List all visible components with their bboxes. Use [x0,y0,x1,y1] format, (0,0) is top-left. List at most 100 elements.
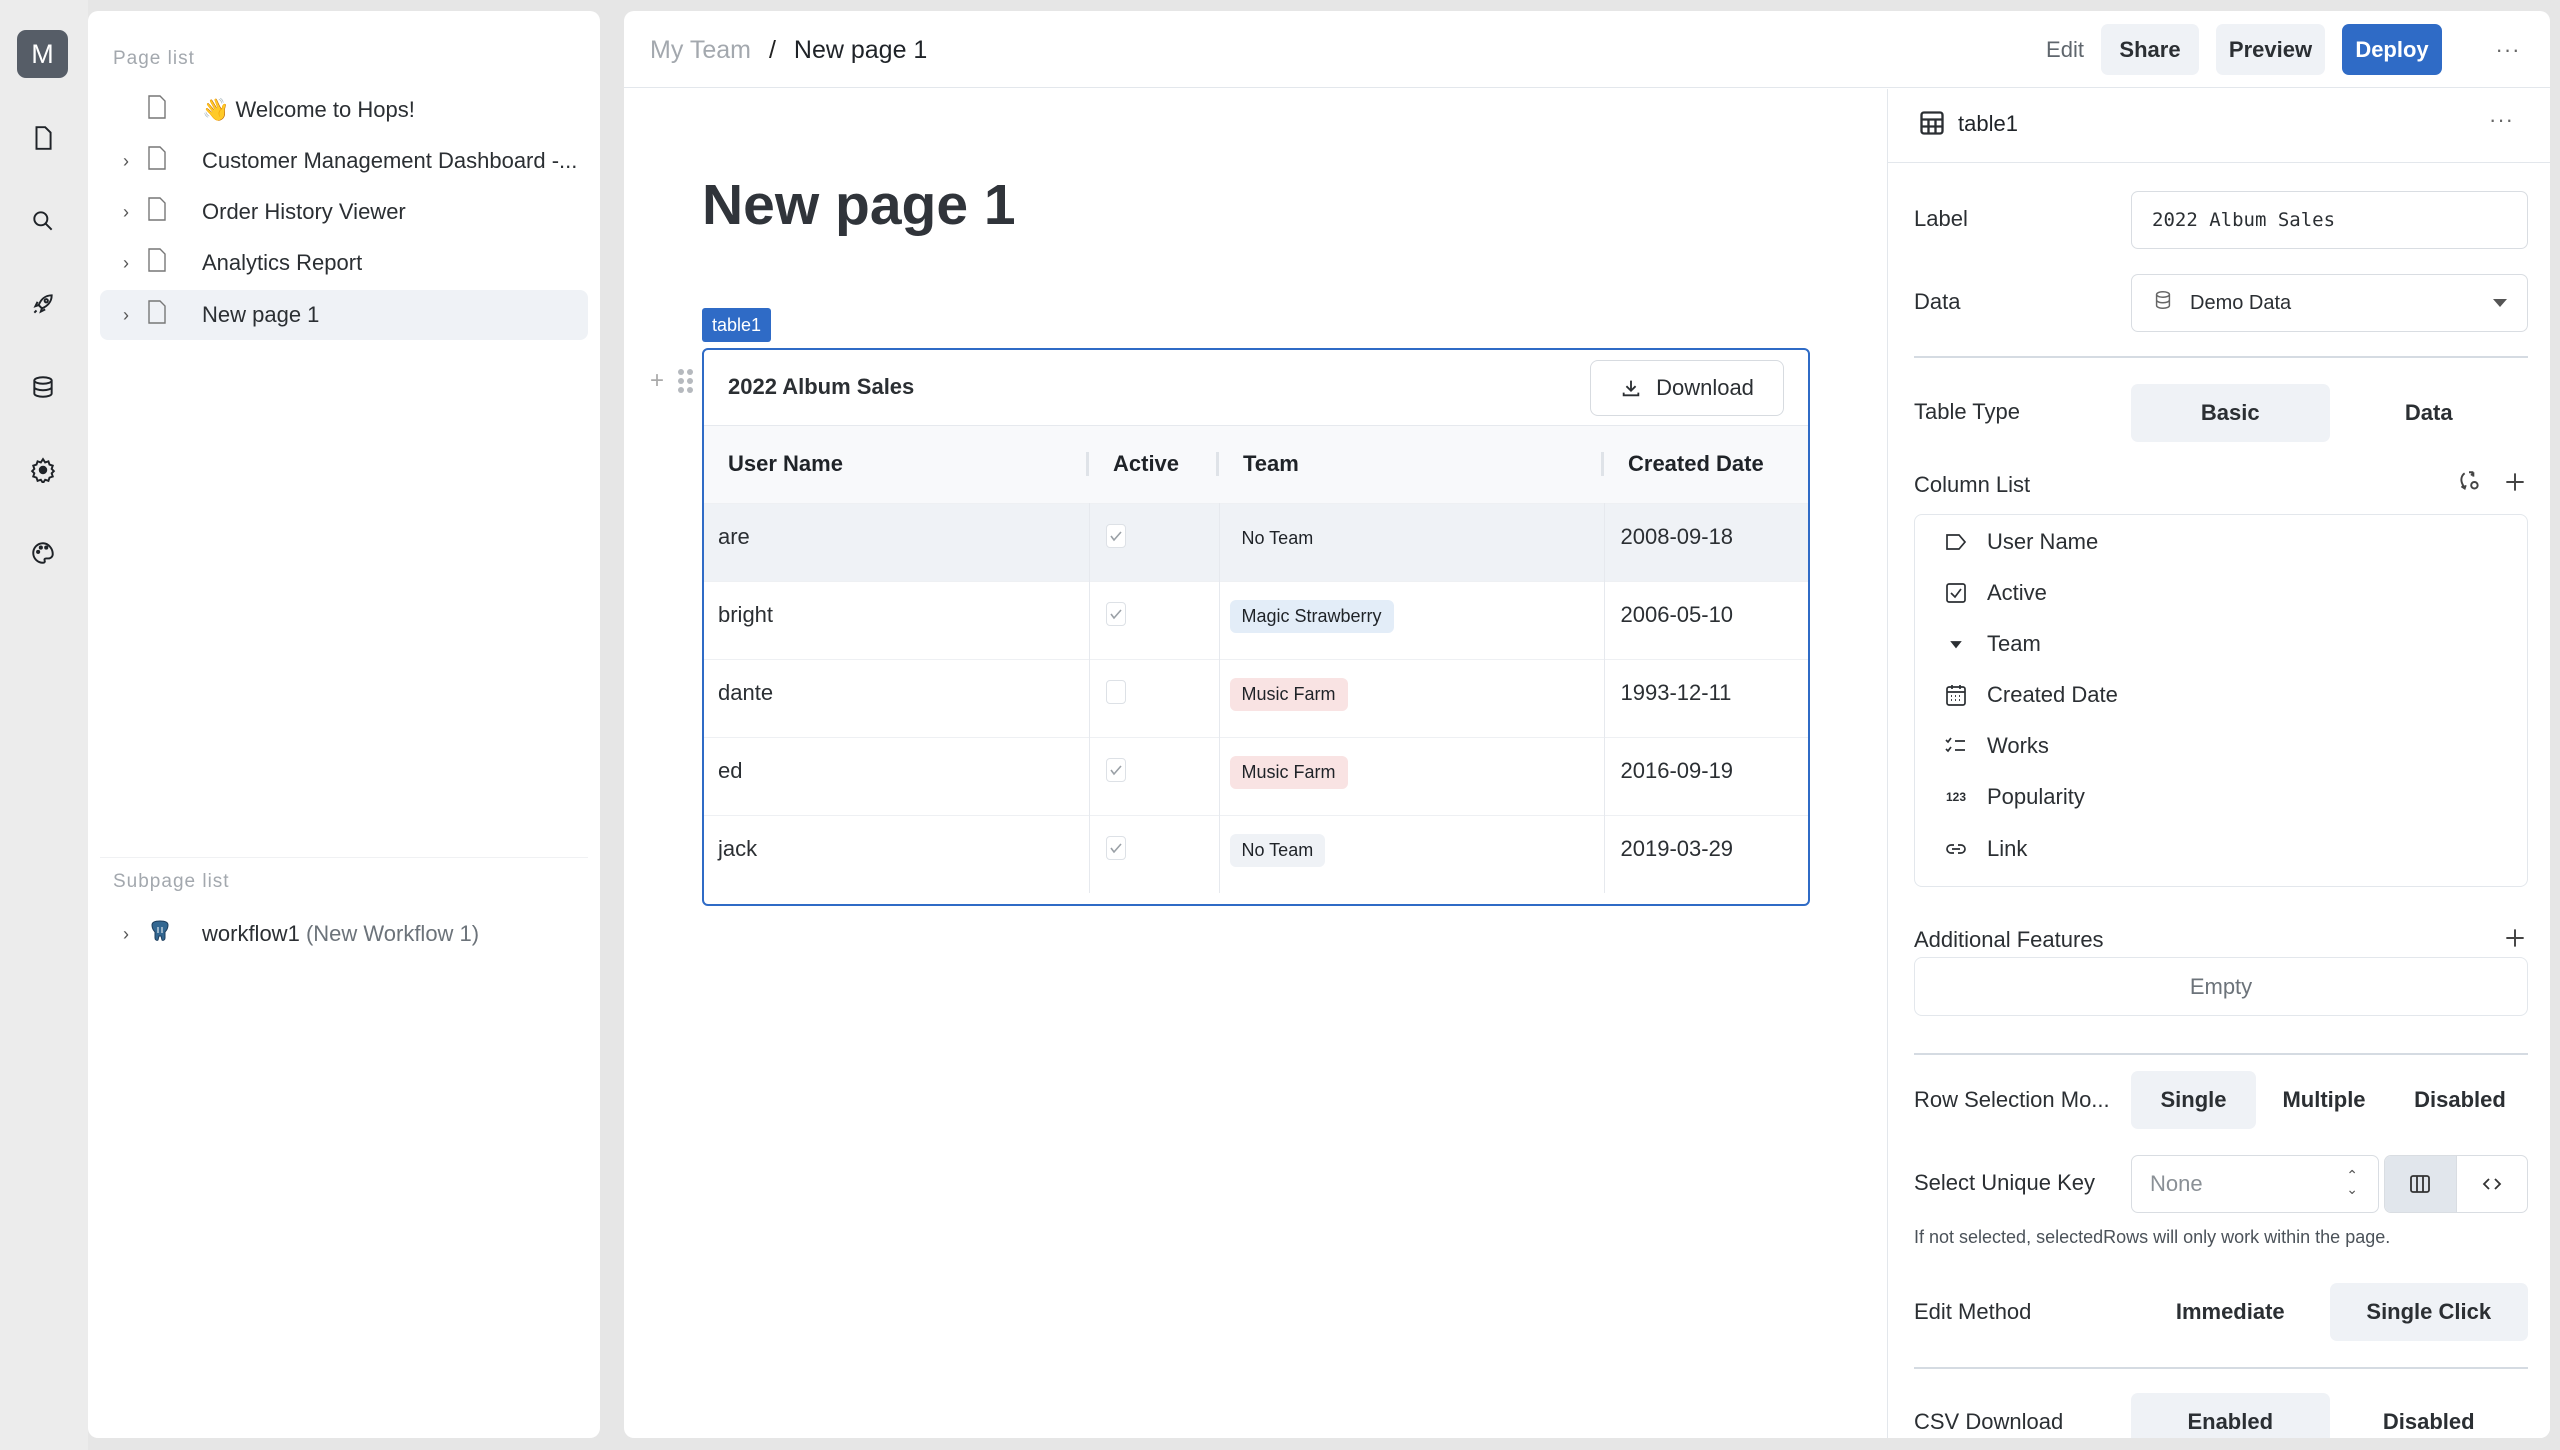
table-row[interactable]: dante Music Farm 1993-12-11 [704,658,1808,737]
edit-method-immediate[interactable]: Immediate [2131,1283,2330,1341]
cell-team[interactable]: Music Farm [1219,736,1605,815]
chevron-right-icon[interactable]: › [112,253,140,274]
column-header-user-name[interactable]: User Name [704,426,1089,503]
table-component[interactable]: 2022 Album Sales Download User Name Acti… [702,348,1810,906]
page-item-new-page-1[interactable]: › New page 1 [100,290,588,340]
add-feature-icon[interactable] [2502,925,2528,951]
cell-user-name[interactable]: dante [704,658,1090,737]
page-title[interactable]: New page 1 [702,172,1016,238]
share-button[interactable]: Share [2101,24,2199,75]
column-header-team[interactable]: Team [1219,426,1604,503]
columns-mode-button[interactable] [2385,1156,2457,1212]
data-source-select[interactable]: Demo Data [2131,274,2528,332]
column-item-team[interactable]: Team [1943,631,2041,657]
column-header-active[interactable]: Active [1089,426,1219,503]
page-item-label: New page 1 [202,302,320,327]
cell-team[interactable]: Magic Strawberry [1219,580,1605,659]
cell-created-date[interactable]: 2016-09-19 [1604,736,1808,815]
checkbox-checked[interactable] [1105,835,1126,860]
edit-button[interactable]: Edit [2035,24,2095,75]
component-tag[interactable]: table1 [702,308,772,342]
checkbox-checked[interactable] [1105,523,1126,548]
more-options-icon[interactable]: ··· [2478,37,2538,63]
deploy-button[interactable]: Deploy [2342,24,2442,75]
table-row[interactable]: are No Team 2008-09-18 [704,502,1808,581]
page-item-analytics-report[interactable]: › Analytics Report [100,238,588,288]
edit-method-toggle: Immediate Single Click [2131,1283,2528,1341]
csv-download-disabled[interactable]: Disabled [2330,1393,2529,1438]
column-header-created-date[interactable]: Created Date [1604,426,1808,503]
column-header-label: Active [1113,451,1180,477]
page-item-order-history[interactable]: › Order History Viewer [100,187,588,237]
chevron-right-icon[interactable]: › [112,924,140,945]
database-icon[interactable] [26,370,60,404]
download-button[interactable]: Download [1590,360,1784,416]
column-item-active[interactable]: Active [1943,580,2047,606]
subpage-item-workflow1[interactable]: › workflow1 (New Workflow 1) [100,909,588,959]
page-item-welcome[interactable]: 👋 Welcome to Hops! [100,85,588,135]
table-row[interactable]: ed Music Farm 2016-09-19 [704,736,1808,815]
table-row[interactable]: bright Magic Strawberry 2006-05-10 [704,580,1808,659]
page-icon[interactable] [26,121,60,155]
table-type-data[interactable]: Data [2330,384,2529,442]
cell-team[interactable]: No Team [1219,502,1605,581]
row-selection-single[interactable]: Single [2131,1071,2256,1129]
cell-created-date[interactable]: 1993-12-11 [1604,658,1808,737]
table-body: are No Team 2008-09-18 bright Magic Strawber… [704,502,1808,893]
team-tag: No Team [1229,521,1326,555]
gear-icon[interactable] [26,453,60,487]
code-mode-button[interactable] [2457,1156,2528,1212]
cell-team[interactable]: Music Farm [1219,658,1605,737]
table-row[interactable]: jack No Team 2019-03-29 [704,814,1808,893]
drag-handle-icon[interactable] [678,369,694,393]
unique-key-select[interactable]: None ⌃ ⌄ [2131,1155,2379,1213]
breadcrumb: My Team / New page 1 [650,36,927,65]
page-item-customer-dashboard[interactable]: › Customer Management Dashboard -... [100,136,588,186]
palette-icon[interactable] [26,536,60,570]
column-item-link[interactable]: Link [1943,836,2027,862]
subpage-detail: (New Workflow 1) [305,921,480,946]
up-down-chevron-icon: ⌃ ⌄ [2346,1167,2358,1197]
column-item-popularity[interactable]: 123 Popularity [1943,784,2085,810]
add-block-icon[interactable]: + [650,367,664,395]
cell-user-name[interactable]: bright [704,580,1090,659]
number-icon: 123 [1945,790,1967,804]
sync-columns-icon[interactable] [2456,469,2482,495]
row-selection-multiple[interactable]: Multiple [2256,1071,2392,1129]
checkbox-checked[interactable] [1105,757,1126,782]
edit-method-single-click[interactable]: Single Click [2329,1283,2528,1341]
column-item-created-date[interactable]: Created Date [1943,682,2118,708]
rocket-icon[interactable] [26,287,60,321]
column-item-label: Link [1987,836,2028,861]
column-item-label: Created Date [1987,682,2118,707]
checkbox-unchecked[interactable] [1105,679,1126,704]
label-input[interactable]: 2022 Album Sales [2131,191,2528,249]
preview-button[interactable]: Preview [2216,24,2325,75]
cell-created-date[interactable]: 2008-09-18 [1604,502,1808,581]
search-icon[interactable] [26,204,60,238]
row-selection-disabled[interactable]: Disabled [2392,1071,2528,1129]
more-options-icon[interactable]: ··· [2489,107,2514,133]
column-header-label: User Name [728,451,843,477]
dropdown-caret-icon [2493,299,2507,307]
checkbox-checked[interactable] [1105,601,1126,626]
chevron-right-icon[interactable]: › [112,202,140,223]
cell-user-name[interactable]: are [704,502,1090,581]
column-header-label: Created Date [1628,451,1764,477]
cell-created-date[interactable]: 2019-03-29 [1604,814,1808,893]
cell-team[interactable]: No Team [1219,814,1605,893]
document-icon [148,197,172,227]
cell-user-name[interactable]: ed [704,736,1090,815]
postgres-elephant-icon [148,919,172,949]
table-type-basic[interactable]: Basic [2131,384,2330,442]
column-item-user-name[interactable]: User Name [1943,529,2098,555]
cell-user-name[interactable]: jack [704,814,1090,893]
csv-download-enabled[interactable]: Enabled [2131,1393,2330,1438]
column-item-works[interactable]: Works [1943,733,2049,759]
add-column-icon[interactable] [2502,469,2528,495]
workspace-avatar[interactable]: M [17,30,68,78]
chevron-right-icon[interactable]: › [112,305,140,326]
chevron-right-icon[interactable]: › [112,151,140,172]
cell-created-date[interactable]: 2006-05-10 [1604,580,1808,659]
breadcrumb-team[interactable]: My Team [650,36,751,65]
